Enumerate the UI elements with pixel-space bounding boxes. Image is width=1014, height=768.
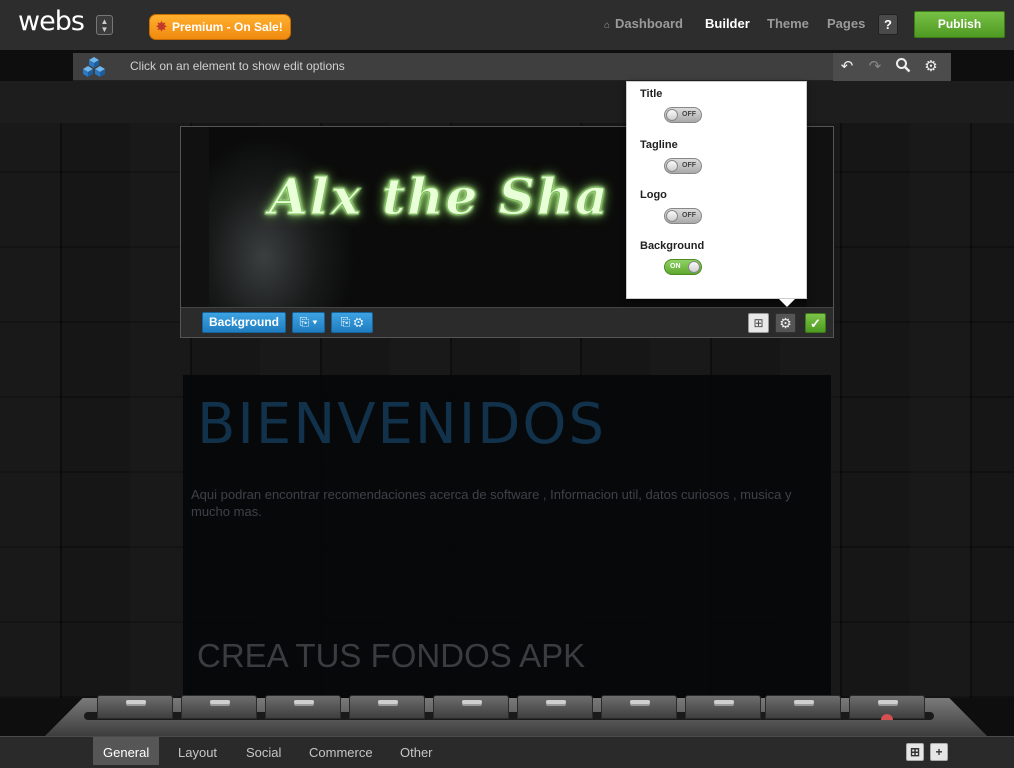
premium-sale-button[interactable]: ✸ Premium - On Sale! [149, 14, 291, 40]
premium-label: Premium - On Sale! [172, 20, 283, 34]
popover-item-tagline: Tagline OFF [640, 139, 702, 174]
redo-icon[interactable]: ↷ [865, 57, 885, 77]
header-settings-gear-icon[interactable]: ⚙ [775, 313, 796, 333]
tray-element[interactable] [433, 695, 509, 719]
layout-grid-icon[interactable]: ⊞ [748, 313, 769, 333]
star-icon: ✸ [156, 19, 167, 34]
popover-item-title: Title OFF [640, 88, 702, 123]
toggle-knob [688, 261, 700, 273]
tray-element[interactable] [685, 695, 761, 719]
tray-element[interactable] [765, 695, 841, 719]
edit-hint-text: Click on an element to show edit options [130, 59, 345, 73]
stage-top-band [0, 81, 1014, 123]
tagline-toggle[interactable]: OFF [664, 158, 702, 174]
add-icon[interactable]: + [930, 743, 948, 761]
site-switcher-button[interactable]: ▲ ▼ [96, 15, 113, 35]
nav-pages[interactable]: Pages [827, 16, 865, 31]
edit-toolbar: Click on an element to show edit options… [73, 53, 951, 81]
popover-label-background: Background [640, 240, 705, 252]
background-button[interactable]: Background [202, 312, 286, 333]
tray-element[interactable] [265, 695, 341, 719]
top-navigation-bar: webs ▲ ▼ ✸ Premium - On Sale! ⌂ Dashboard … [0, 0, 1014, 50]
gear-icon[interactable]: ⚙ [921, 57, 941, 77]
nav-theme[interactable]: Theme [767, 16, 809, 31]
tab-social[interactable]: Social [236, 737, 291, 765]
home-icon: ⌂ [604, 20, 611, 31]
title-toggle-state: OFF [682, 111, 696, 118]
webs-logo[interactable]: webs [18, 6, 85, 37]
nav-builder[interactable]: Builder [705, 16, 750, 31]
tray-element[interactable] [349, 695, 425, 719]
tray-element[interactable] [849, 695, 925, 720]
toggle-knob [666, 160, 678, 172]
tray-element[interactable] [517, 695, 593, 719]
tab-commerce[interactable]: Commerce [299, 737, 383, 765]
grid-view-icon[interactable]: ⊞ [906, 743, 924, 761]
header-settings-popover: Title OFF Tagline OFF Logo OFF Backgroun… [626, 81, 807, 307]
element-settings-button[interactable]: ⎘ ⚙ [331, 312, 373, 333]
nav-dashboard[interactable]: ⌂ Dashboard [604, 16, 683, 31]
popover-item-logo: Logo OFF [640, 189, 702, 224]
tray-element[interactable] [601, 695, 677, 719]
header-title: Alx the Sha [269, 167, 610, 227]
tab-layout[interactable]: Layout [168, 737, 227, 765]
tab-other[interactable]: Other [390, 737, 443, 765]
background-toggle-state: ON [670, 263, 681, 270]
section-heading[interactable]: CREA TUS FONDOS APK [197, 637, 585, 675]
intro-paragraph[interactable]: Aqui podran encontrar recomendaciones ac… [191, 486, 811, 520]
title-toggle[interactable]: OFF [664, 107, 702, 123]
logo-toggle-state: OFF [682, 212, 696, 219]
search-icon[interactable] [893, 57, 913, 77]
background-toggle[interactable]: ON [664, 259, 702, 275]
logo-toggle[interactable]: OFF [664, 208, 702, 224]
tray-element[interactable] [181, 695, 257, 719]
add-element-dropdown-button[interactable]: ⎘ ▾ [292, 312, 325, 333]
tagline-toggle-state: OFF [682, 162, 696, 169]
edit-tools-group: ↶ ↷ ⚙ [833, 53, 951, 81]
nav-dashboard-label: Dashboard [615, 16, 683, 31]
publish-button[interactable]: Publish [914, 11, 1005, 38]
toggle-knob [666, 210, 678, 222]
help-button[interactable]: ? [878, 14, 898, 35]
toggle-knob [666, 109, 678, 121]
undo-icon[interactable]: ↶ [837, 57, 857, 77]
popover-label-logo: Logo [640, 189, 667, 201]
element-category-tabs: General Layout Social Commerce Other ⊞ + [0, 736, 1014, 768]
elements-cubes-icon[interactable] [82, 56, 106, 78]
popover-item-background: Background ON [640, 240, 705, 275]
popover-label-tagline: Tagline [640, 139, 678, 151]
tab-general[interactable]: General [93, 737, 160, 765]
welcome-heading[interactable]: BIENVENIDOS [197, 392, 606, 457]
header-edit-bar: Background ⎘ ▾ ⎘ ⚙ ⊞ ⚙ ✓ [181, 307, 833, 337]
tray-element[interactable] [97, 695, 173, 719]
confirm-check-icon[interactable]: ✓ [805, 313, 826, 333]
popover-label-title: Title [640, 88, 663, 100]
